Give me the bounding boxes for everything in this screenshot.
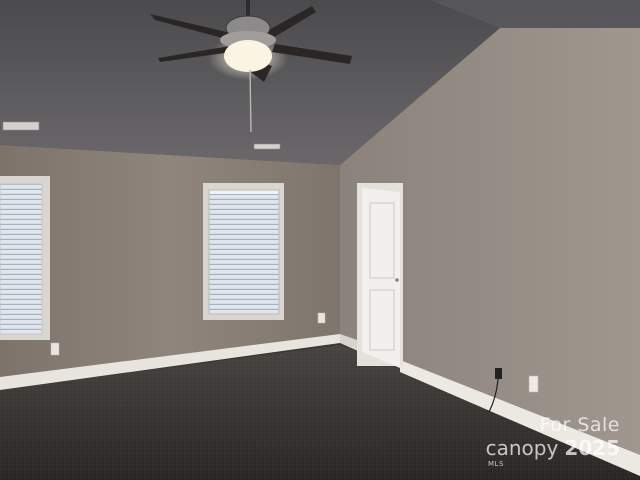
outlet-left: [50, 342, 60, 356]
pull-chain: [249, 69, 252, 133]
window-center: [203, 183, 284, 320]
room-illustration: [0, 0, 640, 480]
outlet-back: [317, 312, 326, 324]
fan-light-bulb: [224, 40, 272, 72]
closet-door: [357, 183, 403, 368]
room-photo: For Sale canopy 2025 MLS: [0, 0, 640, 480]
vent-center: [253, 143, 281, 150]
window-left: [0, 176, 50, 340]
outlet-right: [528, 375, 539, 393]
vent-left: [2, 121, 40, 131]
